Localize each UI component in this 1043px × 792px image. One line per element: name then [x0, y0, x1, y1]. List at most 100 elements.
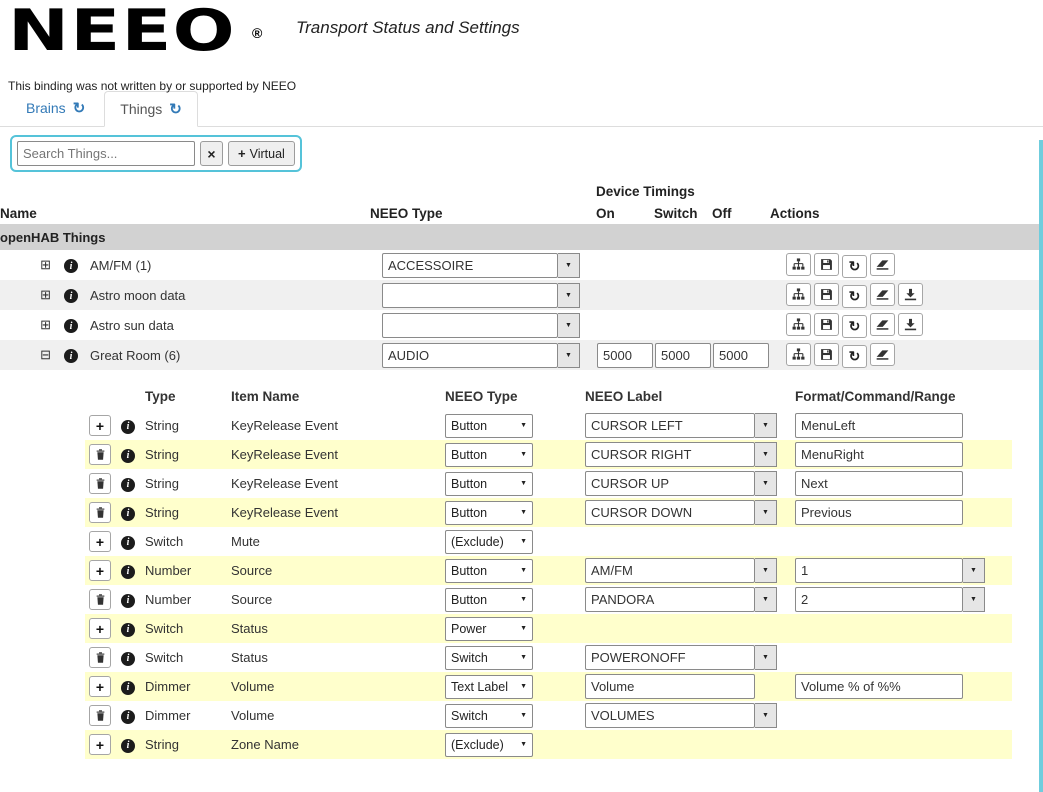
refresh-button[interactable]: ↻	[842, 344, 868, 368]
info-icon[interactable]: i	[64, 319, 78, 334]
neeo-label-dropdown-button[interactable]: ▼	[755, 471, 777, 496]
eraser-button[interactable]	[870, 252, 896, 276]
info-icon[interactable]: i	[64, 259, 78, 274]
neeo-type-input[interactable]	[382, 282, 558, 308]
format-command-range-input[interactable]	[795, 413, 963, 438]
neeo-label-input[interactable]	[585, 703, 755, 728]
download-button[interactable]	[898, 312, 924, 336]
info-icon[interactable]: i	[121, 477, 135, 492]
add-virtual-button[interactable]: + Virtual	[228, 141, 295, 166]
info-icon[interactable]: i	[121, 651, 135, 666]
info-icon[interactable]: i	[121, 448, 135, 463]
neeo-type-input[interactable]	[382, 342, 558, 368]
channel-neeo-type-select[interactable]: Button ▼	[445, 442, 533, 467]
neeo-type-input[interactable]	[382, 312, 558, 338]
channel-neeo-type-select[interactable]: (Exclude) ▼	[445, 529, 533, 554]
sitemap-button[interactable]	[786, 342, 812, 366]
channel-neeo-type-select[interactable]: Switch ▼	[445, 703, 533, 728]
info-icon[interactable]: i	[121, 680, 135, 695]
delete-channel-button[interactable]	[89, 705, 111, 726]
channel-neeo-type-select[interactable]: Button ▼	[445, 587, 533, 612]
add-channel-button[interactable]: +	[89, 734, 111, 755]
delete-channel-button[interactable]	[89, 473, 111, 494]
info-icon[interactable]: i	[121, 535, 135, 550]
neeo-type-dropdown-button[interactable]: ▼	[558, 282, 580, 308]
add-channel-button[interactable]: +	[89, 415, 111, 436]
channel-neeo-type-select[interactable]: Button ▼	[445, 558, 533, 583]
neeo-type-dropdown-button[interactable]: ▼	[558, 252, 580, 278]
delete-channel-button[interactable]	[89, 444, 111, 465]
tab-brains[interactable]: Brains ↻	[10, 90, 101, 126]
format-command-range-input[interactable]	[795, 500, 963, 525]
info-icon[interactable]: i	[64, 349, 78, 364]
clear-search-button[interactable]: ×	[200, 141, 223, 166]
info-icon[interactable]: i	[64, 289, 78, 304]
tab-things[interactable]: Things ↻	[104, 91, 198, 127]
refresh-button[interactable]: ↻	[842, 254, 868, 278]
sitemap-button[interactable]	[786, 252, 812, 276]
channel-neeo-type-select[interactable]: Button ▼	[445, 471, 533, 496]
search-input[interactable]	[17, 141, 195, 166]
neeo-label-input[interactable]	[585, 471, 755, 496]
info-icon[interactable]: i	[121, 506, 135, 521]
neeo-label-dropdown-button[interactable]: ▼	[755, 645, 777, 670]
info-icon[interactable]: i	[121, 564, 135, 579]
format-command-range-input[interactable]	[795, 558, 963, 583]
channel-neeo-type-select[interactable]: Button ▼	[445, 500, 533, 525]
neeo-type-input[interactable]	[382, 252, 558, 278]
neeo-label-input[interactable]	[585, 413, 755, 438]
neeo-label-dropdown-button[interactable]: ▼	[755, 500, 777, 525]
channel-neeo-type-select[interactable]: Switch ▼	[445, 645, 533, 670]
format-command-range-input[interactable]	[795, 471, 963, 496]
format-dropdown-button[interactable]: ▼	[963, 558, 985, 583]
neeo-label-dropdown-button[interactable]: ▼	[755, 442, 777, 467]
save-button[interactable]	[814, 252, 840, 276]
download-button[interactable]	[898, 282, 924, 306]
neeo-label-input[interactable]	[585, 500, 755, 525]
neeo-type-dropdown-button[interactable]: ▼	[558, 342, 580, 368]
neeo-label-input[interactable]	[585, 645, 755, 670]
neeo-label-input[interactable]	[585, 674, 755, 699]
collapse-icon[interactable]: ⊟	[40, 347, 51, 362]
info-icon[interactable]: i	[121, 622, 135, 637]
neeo-label-input[interactable]	[585, 442, 755, 467]
save-button[interactable]	[814, 312, 840, 336]
neeo-label-input[interactable]	[585, 558, 755, 583]
format-command-range-input[interactable]	[795, 674, 963, 699]
timing-switch-input[interactable]	[655, 342, 711, 368]
eraser-button[interactable]	[870, 282, 896, 306]
expand-icon[interactable]: ⊞	[40, 287, 51, 302]
channel-neeo-type-select[interactable]: Power ▼	[445, 616, 533, 641]
info-icon[interactable]: i	[121, 709, 135, 724]
neeo-label-dropdown-button[interactable]: ▼	[755, 413, 777, 438]
eraser-button[interactable]	[870, 312, 896, 336]
add-channel-button[interactable]: +	[89, 560, 111, 581]
delete-channel-button[interactable]	[89, 647, 111, 668]
timing-on-input[interactable]	[597, 342, 653, 368]
expand-icon[interactable]: ⊞	[40, 317, 51, 332]
refresh-button[interactable]: ↻	[842, 284, 868, 308]
channel-neeo-type-select[interactable]: Button ▼	[445, 413, 533, 438]
neeo-label-input[interactable]	[585, 587, 755, 612]
neeo-label-dropdown-button[interactable]: ▼	[755, 587, 777, 612]
timing-off-input[interactable]	[713, 342, 769, 368]
format-command-range-input[interactable]	[795, 587, 963, 612]
info-icon[interactable]: i	[121, 593, 135, 608]
add-channel-button[interactable]: +	[89, 618, 111, 639]
format-dropdown-button[interactable]: ▼	[963, 587, 985, 612]
save-button[interactable]	[814, 342, 840, 366]
neeo-label-dropdown-button[interactable]: ▼	[755, 558, 777, 583]
neeo-type-dropdown-button[interactable]: ▼	[558, 312, 580, 338]
format-command-range-input[interactable]	[795, 442, 963, 467]
neeo-label-dropdown-button[interactable]: ▼	[755, 703, 777, 728]
channel-neeo-type-select[interactable]: (Exclude) ▼	[445, 732, 533, 757]
sitemap-button[interactable]	[786, 282, 812, 306]
delete-channel-button[interactable]	[89, 589, 111, 610]
sitemap-button[interactable]	[786, 312, 812, 336]
expand-icon[interactable]: ⊞	[40, 257, 51, 272]
add-channel-button[interactable]: +	[89, 531, 111, 552]
refresh-icon[interactable]: ↻	[73, 101, 86, 116]
save-button[interactable]	[814, 282, 840, 306]
eraser-button[interactable]	[870, 342, 896, 366]
refresh-icon[interactable]: ↻	[169, 102, 182, 117]
